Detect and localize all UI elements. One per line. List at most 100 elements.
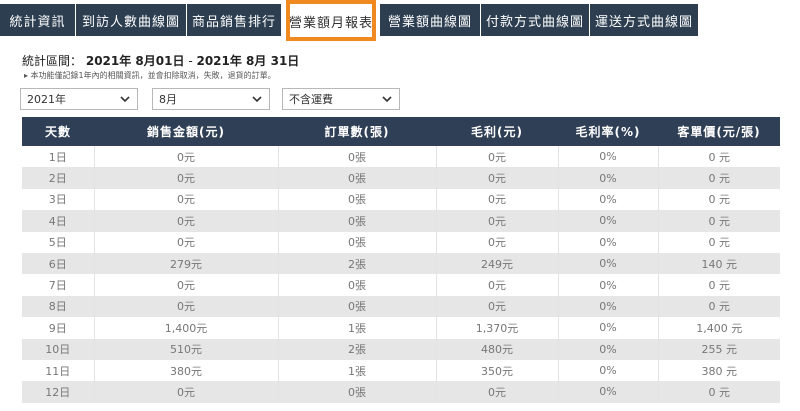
cell-gross-profit: 0元 xyxy=(436,146,559,168)
cell-gross-profit: 0元 xyxy=(436,295,559,318)
cell-avg-order: 0 元 xyxy=(658,167,780,189)
date-range-label: 統計區間： xyxy=(22,54,83,68)
table-body: 1日 0元 0張 0元 0% 0 元 2日 0元 0張 0元 0% 0 元 3日 0元 0張 0元 0% 0 元4… xyxy=(22,146,780,403)
cell-day: 2日 xyxy=(22,167,95,189)
column-header-gross-profit: 毛利(元) xyxy=(436,117,558,146)
table-row: 11日 380元 1張 350元 0% 380 元 xyxy=(22,359,780,382)
cell-sales: 0元 xyxy=(94,167,279,189)
cell-margin: 0% xyxy=(558,317,659,339)
cell-day: 3日 xyxy=(22,188,95,211)
cell-gross-profit: 0元 xyxy=(436,274,559,296)
cell-orders: 0張 xyxy=(278,167,437,189)
info-note: ▸ 本功能僅記錄1年內的相關資訊，並會扣除取消，失敗，退貨的訂單。 xyxy=(24,71,276,80)
cell-day: 4日 xyxy=(22,210,95,232)
cell-sales: 0元 xyxy=(94,295,279,318)
cell-day: 7日 xyxy=(22,274,95,296)
cell-orders: 0張 xyxy=(278,210,437,232)
cell-gross-profit: 0元 xyxy=(436,231,559,253)
tab-statistics[interactable]: 統計資訊 xyxy=(0,4,75,36)
cell-orders: 0張 xyxy=(278,295,437,318)
cell-avg-order: 0 元 xyxy=(658,188,780,211)
cell-orders: 0張 xyxy=(278,381,437,403)
month-select-value: 8月 xyxy=(159,93,177,106)
cell-avg-order: 0 元 xyxy=(658,231,780,253)
table-row: 7日 0元 0張 0元 0% 0 元 xyxy=(22,274,780,296)
cell-margin: 0% xyxy=(558,167,659,189)
cell-orders: 1張 xyxy=(278,317,437,339)
cell-margin: 0% xyxy=(558,146,659,168)
tab-revenue-curve[interactable]: 營業額曲線圖 xyxy=(380,4,480,36)
column-header-avg-order: 客單價(元/張) xyxy=(658,117,780,146)
date-range-end: 2021年 8月 31日 xyxy=(196,54,300,68)
cell-avg-order: 255 元 xyxy=(658,338,780,360)
cell-sales: 0元 xyxy=(94,231,279,253)
cell-day: 1日 xyxy=(22,146,95,168)
column-header-margin: 毛利率(%) xyxy=(558,117,658,146)
cell-gross-profit: 350元 xyxy=(436,359,559,382)
cell-sales: 510元 xyxy=(94,338,279,360)
cell-orders: 2張 xyxy=(278,252,437,275)
cell-margin: 0% xyxy=(558,359,659,382)
tab-visitor-curve[interactable]: 到訪人數曲線圖 xyxy=(76,4,186,36)
cell-sales: 0元 xyxy=(94,381,279,403)
cell-orders: 0張 xyxy=(278,146,437,168)
cell-orders: 0張 xyxy=(278,231,437,253)
cell-gross-profit: 1,370元 xyxy=(436,317,559,339)
cell-avg-order: 0 元 xyxy=(658,381,780,403)
cell-gross-profit: 0元 xyxy=(436,167,559,189)
table-row: 9日 1,400元 1張 1,370元 0% 1,400 元 xyxy=(22,317,780,339)
date-range: 統計區間： 2021年 8月01日 - 2021年 8月 31日 xyxy=(22,52,299,69)
month-select[interactable]: 8月 xyxy=(152,88,270,110)
cell-day: 8日 xyxy=(22,295,95,318)
chevron-down-icon xyxy=(120,96,130,103)
cell-day: 6日 xyxy=(22,252,95,275)
cell-sales: 279元 xyxy=(94,252,279,275)
table-row: 6日 279元 2張 249元 0% 140 元 xyxy=(22,252,780,275)
tab-payment-curve[interactable]: 付款方式曲線圖 xyxy=(481,4,589,36)
cell-avg-order: 1,400 元 xyxy=(658,317,780,339)
chevron-down-icon xyxy=(252,96,262,103)
cell-margin: 0% xyxy=(558,338,659,360)
cell-day: 5日 xyxy=(22,231,95,253)
cell-margin: 0% xyxy=(558,210,659,232)
tab-product-ranking[interactable]: 商品銷售排行 xyxy=(187,4,281,36)
cell-avg-order: 0 元 xyxy=(658,210,780,232)
cell-orders: 2張 xyxy=(278,338,437,360)
cell-sales: 0元 xyxy=(94,274,279,296)
cell-gross-profit: 0元 xyxy=(436,210,559,232)
table-row: 5日 0元 0張 0元 0% 0 元 xyxy=(22,231,780,253)
cell-day: 11日 xyxy=(22,359,95,382)
table-row: 10日 510元 2張 480元 0% 255 元 xyxy=(22,338,780,360)
column-header-day: 天數 xyxy=(22,117,94,146)
date-range-separator: - xyxy=(188,54,193,68)
column-header-orders: 訂單數(張) xyxy=(278,117,436,146)
cell-gross-profit: 480元 xyxy=(436,338,559,360)
monthly-revenue-table: 天數 銷售金額(元) 訂單數(張) 毛利(元) 毛利率(%) 客單價(元/張) … xyxy=(22,117,780,403)
cell-orders: 0張 xyxy=(278,188,437,211)
year-select[interactable]: 2021年 xyxy=(20,88,138,110)
table-header-row: 天數 銷售金額(元) 訂單數(張) 毛利(元) 毛利率(%) 客單價(元/張) xyxy=(22,117,780,146)
chevron-down-icon xyxy=(382,96,392,103)
cell-sales: 0元 xyxy=(94,188,279,211)
cell-gross-profit: 249元 xyxy=(436,252,559,275)
cell-margin: 0% xyxy=(558,252,659,275)
cell-sales: 1,400元 xyxy=(94,317,279,339)
shipping-fee-select[interactable]: 不含運費 xyxy=(282,88,400,110)
cell-avg-order: 0 元 xyxy=(658,295,780,318)
shipping-fee-select-value: 不含運費 xyxy=(289,93,333,106)
cell-avg-order: 0 元 xyxy=(658,274,780,296)
tab-shipping-curve[interactable]: 運送方式曲線圖 xyxy=(590,4,698,36)
cell-day: 12日 xyxy=(22,381,95,403)
cell-margin: 0% xyxy=(558,188,659,211)
cell-avg-order: 0 元 xyxy=(658,146,780,168)
cell-day: 9日 xyxy=(22,317,95,339)
report-tab-bar: 統計資訊 到訪人數曲線圖 商品銷售排行 營業額月報表 營業額曲線圖 付款方式曲線… xyxy=(0,0,800,41)
cell-orders: 0張 xyxy=(278,274,437,296)
cell-sales: 0元 xyxy=(94,210,279,232)
tab-monthly-revenue-report[interactable]: 營業額月報表 xyxy=(289,6,372,36)
table-row: 12日 0元 0張 0元 0% 0 元 xyxy=(22,381,780,403)
column-header-sales: 銷售金額(元) xyxy=(94,117,278,146)
cell-day: 10日 xyxy=(22,338,95,360)
cell-orders: 1張 xyxy=(278,359,437,382)
date-range-start: 2021年 8月01日 xyxy=(85,54,185,68)
